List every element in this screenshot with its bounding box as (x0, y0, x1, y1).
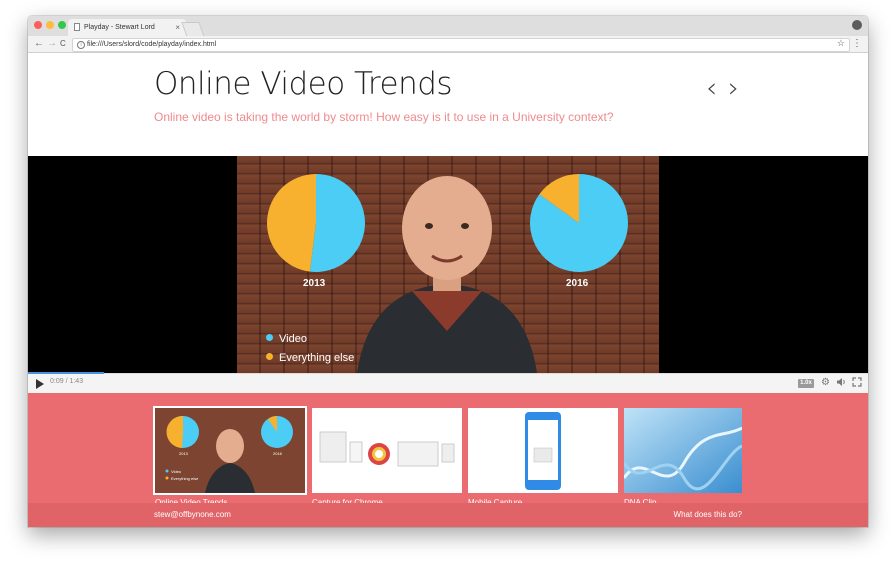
legend-label-other: Everything else (279, 352, 355, 364)
star-icon[interactable]: ☆ (837, 38, 845, 49)
thumbnail-online-video-trends: 2013 2016 Video Everything else (155, 408, 305, 493)
volume-icon[interactable] (836, 377, 846, 391)
page-subtitle: Online video is taking the world by stor… (154, 110, 614, 124)
thumbnail-mobile-capture (468, 408, 618, 493)
reload-icon[interactable]: C (60, 37, 66, 51)
browser-tab[interactable]: Playday - Stewart Lord × (68, 19, 186, 36)
what-does-this-do-link[interactable]: What does this do? (674, 510, 742, 519)
video-frame[interactable]: 2013 2016 Video Everything else (237, 156, 659, 373)
speed-button[interactable]: 1.0x (798, 379, 814, 388)
playlist-item[interactable] (468, 408, 618, 493)
footer: stew@offbynone.com What does this do? (28, 503, 868, 527)
pie-slice-2013-video (309, 174, 366, 272)
time-display: 0:09 / 1:43 (50, 378, 84, 385)
pie-slice-2013-everything-else (267, 174, 316, 272)
playlist-item[interactable] (624, 408, 742, 493)
minimize-window-button[interactable] (46, 21, 54, 29)
browser-toolbar: ← → C i file:///Users/slord/code/playday… (28, 36, 868, 53)
svg-text:2016: 2016 (273, 451, 283, 456)
video-player[interactable]: 2013 2016 Video Everything else 0:09 / 1… (28, 156, 868, 394)
progress-bar[interactable] (28, 372, 104, 374)
browser-window: Playday - Stewart Lord × ← → C i file://… (28, 16, 868, 527)
legend-dot-other (266, 353, 273, 360)
info-icon[interactable]: i (77, 41, 85, 49)
profile-icon[interactable] (852, 20, 862, 30)
pie-chart-2013 (267, 174, 366, 272)
forward-icon[interactable]: → (47, 37, 57, 51)
maximize-window-button[interactable] (58, 21, 66, 29)
video-controls: 0:09 / 1:43 1.0x ⚙ (28, 372, 868, 394)
playlist: 2013 2016 Video Everything else Online V… (28, 393, 868, 507)
footer-email-link[interactable]: stew@offbynone.com (154, 510, 231, 519)
video-area[interactable]: 2013 2016 Video Everything else (28, 156, 868, 373)
page-content: Online Video Trends Online video is taki… (28, 53, 868, 527)
legend-dot-video (266, 334, 273, 341)
legend-item-other: Everything else (266, 352, 354, 364)
close-window-button[interactable] (34, 21, 42, 29)
legend-item-video: Video (266, 333, 307, 345)
playlist-item[interactable] (312, 408, 462, 493)
next-arrow-icon[interactable]: › (728, 73, 739, 103)
thumbnail-capture-for-chrome (312, 408, 462, 493)
svg-text:Everything else: Everything else (171, 476, 199, 481)
back-icon[interactable]: ← (34, 37, 44, 51)
pie-label-2016: 2016 (566, 278, 589, 289)
previous-arrow-icon[interactable]: ‹ (706, 73, 717, 103)
address-bar[interactable]: i file:///Users/slord/code/playday/index… (72, 38, 850, 52)
svg-text:2013: 2013 (179, 451, 189, 456)
url-text[interactable]: file:///Users/slord/code/playday/index.h… (87, 39, 216, 51)
legend-label-video: Video (279, 333, 307, 345)
page-title: Online Video Trends (154, 66, 453, 102)
pie-label-2013: 2013 (303, 278, 326, 289)
thumbnail-dna-clip (624, 408, 742, 493)
play-icon[interactable] (36, 379, 44, 389)
tab-close-icon[interactable]: × (175, 19, 180, 36)
fullscreen-icon[interactable] (852, 377, 862, 391)
svg-text:Video: Video (171, 469, 182, 474)
playlist-item[interactable]: 2013 2016 Video Everything else (153, 406, 307, 495)
page-icon (74, 23, 80, 31)
tab-title: Playday - Stewart Lord (84, 24, 155, 31)
title-bar: Playday - Stewart Lord × (28, 16, 868, 37)
pie-chart-2016 (530, 174, 628, 272)
settings-icon[interactable]: ⚙ (821, 377, 830, 389)
menu-icon[interactable]: ⋮ (852, 37, 862, 51)
